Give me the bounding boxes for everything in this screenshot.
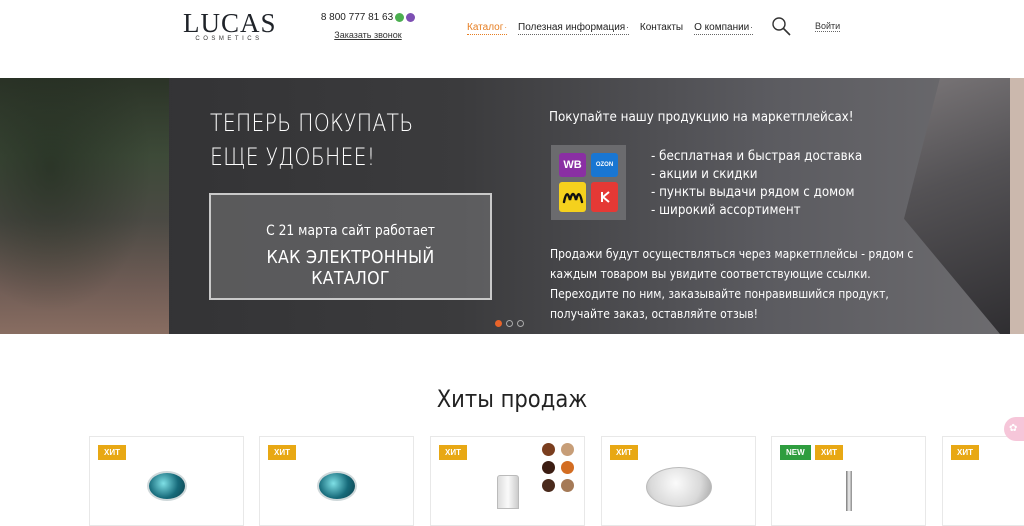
slider-dot[interactable]	[517, 320, 524, 327]
color-swatch[interactable]	[561, 443, 574, 456]
chevron-down-icon: ·	[626, 23, 629, 32]
hit-badge: ХИТ	[951, 445, 979, 460]
main-nav: Каталог· Полезная информация· Контакты О…	[467, 21, 764, 35]
product-image[interactable]	[496, 475, 519, 509]
logo[interactable]: LUCAS COSMETICS	[183, 8, 277, 43]
sbermegamarket-icon[interactable]	[591, 182, 618, 212]
color-swatch[interactable]	[542, 461, 555, 474]
feature-item: - широкий ассортимент	[651, 203, 801, 218]
login-link[interactable]: Войти	[815, 21, 841, 32]
cookie-settings-tab[interactable]: ✿	[1004, 417, 1024, 441]
product-card[interactable]: ХИТ	[601, 436, 756, 526]
slider-dot[interactable]	[495, 320, 502, 327]
nav-useful-info[interactable]: Полезная информация·	[518, 21, 629, 35]
phone-number[interactable]: 8 800 777 81 63	[320, 12, 416, 23]
feature-item: - акции и скидки	[651, 167, 758, 182]
logo-subtext: COSMETICS	[195, 36, 263, 42]
hero-banner[interactable]: ТЕПЕРЬ ПОКУПАТЬ ЕЩЕ УДОБНЕЕ! С 21 марта …	[0, 78, 1024, 334]
catalog-notice-line1: С 21 марта сайт работает	[266, 223, 435, 239]
hit-badge: ХИТ	[268, 445, 296, 460]
product-image[interactable]	[845, 471, 852, 511]
hero-title-line1: ТЕПЕРЬ ПОКУПАТЬ	[210, 109, 414, 137]
viber-icon[interactable]	[406, 13, 416, 22]
hit-badge: ХИТ	[98, 445, 126, 460]
nav-catalog-label: Каталог	[467, 22, 504, 33]
product-card[interactable]: ХИТ	[430, 436, 585, 526]
new-badge: NEW	[780, 445, 811, 460]
site-header: LUCAS COSMETICS 8 800 777 81 63 Заказать…	[0, 0, 1024, 78]
catalog-notice-line2: КАК ЭЛЕКТРОННЫЙ КАТАЛОГ	[266, 247, 435, 289]
marketplaces-description: Продажи будут осуществляться через марке…	[550, 247, 914, 321]
product-card[interactable]: NEW ХИТ	[771, 436, 926, 526]
marketplace-icons: WB OZON	[551, 145, 626, 220]
nav-contacts-label: Контакты	[639, 22, 684, 33]
color-swatch[interactable]	[542, 443, 555, 456]
hero-title-line2: ЕЩЕ УДОБНЕЕ!	[210, 143, 376, 171]
slider-dot[interactable]	[506, 320, 513, 327]
ozon-icon[interactable]: OZON	[591, 153, 618, 177]
product-card[interactable]: ХИТ	[942, 436, 1024, 526]
whatsapp-icon[interactable]	[395, 13, 405, 22]
wildberries-icon[interactable]: WB	[559, 153, 586, 177]
product-image[interactable]	[645, 467, 712, 507]
chevron-down-icon: ·	[504, 23, 508, 32]
hits-title: Хиты продаж	[436, 385, 588, 413]
hit-badge: ХИТ	[439, 445, 467, 460]
hero-photo-overlay	[0, 78, 169, 334]
color-swatch[interactable]	[561, 461, 574, 474]
phone-text: 8 800 777 81 63	[320, 12, 394, 23]
settings-icon: ✿	[1009, 423, 1018, 434]
slider-dots	[495, 320, 524, 327]
feature-item: - бесплатная и быстрая доставка	[651, 149, 863, 164]
color-swatches	[542, 443, 574, 492]
callback-link[interactable]: Заказать звонок	[334, 30, 401, 40]
catalog-notice-box: С 21 марта сайт работает КАК ЭЛЕКТРОННЫЙ…	[209, 193, 492, 300]
hit-badge: ХИТ	[815, 445, 843, 460]
color-swatch[interactable]	[561, 479, 574, 492]
hero-title: ТЕПЕРЬ ПОКУПАТЬ ЕЩЕ УДОБНЕЕ!	[210, 106, 414, 174]
logo-text: LUCAS	[183, 8, 277, 38]
nav-about-label: О компании	[694, 22, 750, 33]
marketplaces-heading: Покупайте нашу продукцию на маркетплейса…	[549, 110, 854, 125]
product-card[interactable]: ХИТ	[259, 436, 414, 526]
product-image[interactable]	[146, 471, 187, 501]
features-list: - бесплатная и быстрая доставка - акции …	[651, 148, 862, 220]
contact-block: 8 800 777 81 63 Заказать звонок	[320, 12, 416, 43]
color-swatch[interactable]	[542, 479, 555, 492]
yandex-market-icon[interactable]	[559, 182, 586, 212]
hero-decoration-edge	[1010, 78, 1024, 334]
product-card[interactable]: ХИТ	[89, 436, 244, 526]
nav-about[interactable]: О компании·	[694, 21, 753, 35]
nav-contacts[interactable]: Контакты	[640, 21, 683, 35]
nav-useful-info-label: Полезная информация	[518, 22, 626, 33]
feature-item: - пункты выдачи рядом с домом	[651, 185, 855, 200]
nav-catalog[interactable]: Каталог·	[467, 21, 508, 35]
search-icon[interactable]	[771, 16, 791, 36]
product-image[interactable]	[316, 471, 357, 501]
chevron-down-icon: ·	[750, 23, 753, 32]
hit-badge: ХИТ	[610, 445, 638, 460]
